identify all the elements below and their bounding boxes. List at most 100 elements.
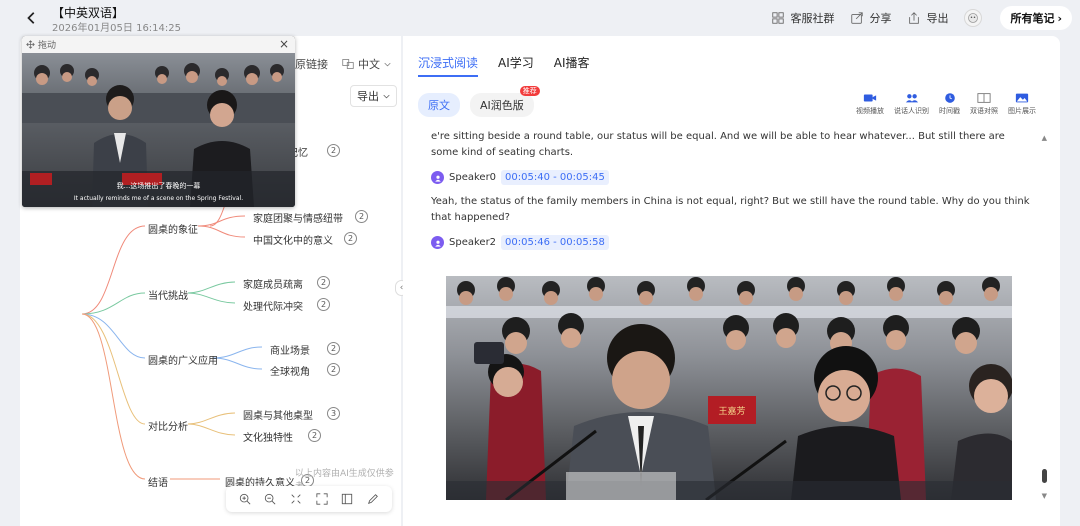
zoom-in-button[interactable] [238, 492, 252, 506]
tab-ai-learning[interactable]: AI学习 [498, 54, 534, 77]
speaker-name: Speaker2 [449, 237, 497, 248]
chevron-left-icon [27, 12, 35, 24]
bilingual-label: 双语对照 [970, 107, 998, 115]
collapse-icon [291, 494, 301, 504]
mindmap-count[interactable]: 2 [327, 342, 340, 355]
mindmap-node[interactable]: 文化独特性 [243, 429, 293, 444]
image-display-toggle[interactable]: 图片展示 [1008, 92, 1036, 116]
scroll-up-arrow[interactable]: ▲ [1042, 134, 1047, 142]
mindmap-node[interactable]: 商业场景 [270, 342, 310, 357]
bilingual-icon [977, 93, 991, 103]
all-notes-label: 所有笔记 [1010, 12, 1055, 25]
image-display-label: 图片展示 [1008, 107, 1036, 115]
reading-panel: 沉浸式阅读 AI学习 AI播客 原文 AI润色版 推荐 视频播放 说话人识别 时… [403, 36, 1060, 526]
segment-timestamp[interactable]: 00:05:46 - 00:05:58 [501, 235, 609, 250]
chevron-right-icon: › [1057, 11, 1062, 25]
floating-video-drag-bar[interactable]: 拖动 × [22, 36, 295, 53]
transcript: e're sitting beside a round table, our s… [431, 129, 1031, 259]
clock-icon [944, 93, 955, 103]
video-icon [863, 94, 877, 102]
speaker-name: Speaker0 [449, 172, 497, 183]
mindmap-node[interactable]: 处理代际冲突 [243, 298, 303, 313]
image-icon [1015, 93, 1029, 103]
mindmap-count[interactable]: 3 [327, 407, 340, 420]
grid-icon [772, 12, 785, 24]
export-top-label: 导出 [926, 12, 949, 25]
mindmap-branch-symbol[interactable]: 圆桌的象征 [148, 221, 198, 236]
bilingual-toggle[interactable]: 双语对照 [970, 92, 998, 116]
language-select[interactable]: 中文 [342, 56, 391, 72]
reading-tabs: 沉浸式阅读 AI学习 AI播客 [418, 54, 590, 77]
share-button[interactable]: 分享 [850, 10, 891, 26]
tab-ai-podcast[interactable]: AI播客 [554, 54, 590, 77]
language-label: 中文 [358, 58, 380, 71]
edit-button[interactable] [366, 492, 380, 506]
mindmap-node[interactable]: 家庭团聚与情感纽带 [253, 210, 343, 225]
mindmap-count[interactable]: 2 [317, 276, 330, 289]
customer-community-button[interactable]: 客服社群 [771, 10, 834, 26]
subtab-ai-polished-label: AI润色版 [480, 99, 524, 112]
scroll-down-arrow[interactable]: ▼ [1042, 492, 1047, 500]
subtab-original[interactable]: 原文 [418, 93, 460, 117]
transcript-image[interactable]: 王嘉芳 [446, 276, 1012, 500]
original-link-button[interactable]: 原链接 [295, 56, 328, 72]
fullscreen-button[interactable] [315, 492, 329, 506]
speaker-avatar-icon [431, 171, 444, 184]
scrollbar-thumb[interactable] [1042, 469, 1047, 483]
export-top-button[interactable]: 导出 [907, 10, 948, 26]
zoom-out-button[interactable] [263, 492, 277, 506]
mindmap-count[interactable]: 2 [308, 429, 321, 442]
tab-immersive-reading[interactable]: 沉浸式阅读 [418, 54, 479, 77]
mindmap-count[interactable]: 2 [355, 210, 368, 223]
speaker-recognition-label: 说话人识别 [894, 107, 929, 115]
view-options: 视频播放 说话人识别 时间戳 双语对照 图片展示 [856, 92, 1036, 116]
mindmap-node[interactable]: 家庭成员疏离 [243, 276, 303, 291]
mindmap-branch-comparison[interactable]: 对比分析 [148, 418, 188, 433]
share-label: 分享 [869, 12, 892, 25]
speaker-recognition-toggle[interactable]: 说话人识别 [894, 92, 929, 116]
move-icon [26, 40, 35, 49]
video-frame[interactable]: 我...这场推出了春晚的一幕 It actually reminds me of… [22, 53, 295, 207]
original-link-label: 原链接 [295, 58, 328, 71]
collapse-button[interactable] [289, 492, 303, 506]
recommend-badge: 推荐 [519, 86, 540, 96]
layout-icon [342, 493, 353, 505]
user-avatar[interactable] [964, 9, 983, 27]
floating-video[interactable]: 拖动 × 我...这场推出了春晚的一幕 It actually reminds … [22, 36, 295, 207]
top-bar: 【中英双语】 2026年01月05日 16:14:25 客服社群 分享 导出 所… [0, 0, 1080, 36]
mindmap-tools [226, 486, 392, 512]
speaker-segment-header: Speaker2 00:05:46 - 00:05:58 [431, 235, 1031, 250]
timestamp-toggle[interactable]: 时间戳 [939, 92, 960, 116]
mindmap-node[interactable]: 中国文化中的意义 [253, 232, 333, 247]
nameplate-text: 王嘉芳 [718, 407, 746, 417]
mindmap-export-label: 导出 [357, 90, 379, 103]
drag-label: 拖动 [38, 41, 57, 51]
segment-timestamp[interactable]: 00:05:40 - 00:05:45 [501, 170, 609, 185]
layout-button[interactable] [340, 492, 354, 506]
back-button[interactable] [22, 8, 42, 28]
mindmap-node[interactable]: 全球视角 [270, 363, 310, 378]
mindmap-branch-challenge[interactable]: 当代挑战 [148, 287, 188, 302]
translate-icon [342, 59, 354, 69]
mindmap-node[interactable]: 圆桌与其他桌型 [243, 407, 313, 422]
video-playback-toggle[interactable]: 视频播放 [856, 92, 884, 116]
mindmap-branch-application[interactable]: 圆桌的广义应用 [148, 352, 218, 367]
mindmap-count[interactable]: 2 [317, 298, 330, 311]
speakers-icon [905, 94, 918, 103]
video-subtitle-en: It actually reminds me of a scene on the… [73, 195, 244, 202]
mindmap-count[interactable]: 2 [327, 363, 340, 376]
subtab-ai-polished[interactable]: AI润色版 推荐 [470, 86, 540, 117]
mindmap-branch-conclusion[interactable]: 结语 [148, 474, 168, 489]
close-video-button[interactable]: × [279, 37, 289, 51]
mindmap-export-button[interactable]: 导出 [350, 85, 397, 107]
video-subtitle-cn: 我...这场推出了春晚的一幕 [116, 182, 201, 190]
fullscreen-icon [316, 493, 328, 505]
mindmap-toolbar: 原链接 中文 [295, 56, 391, 72]
timestamp-label: 时间戳 [939, 107, 960, 115]
mindmap-count-partial[interactable]: 2 [327, 144, 340, 157]
mindmap-count[interactable]: 2 [344, 232, 357, 245]
video-playback-label: 视频播放 [856, 107, 884, 115]
subtab-original-label: 原文 [428, 99, 450, 112]
all-notes-button[interactable]: 所有笔记 › [1000, 6, 1072, 30]
content-subtabs: 原文 AI润色版 推荐 [418, 86, 540, 117]
